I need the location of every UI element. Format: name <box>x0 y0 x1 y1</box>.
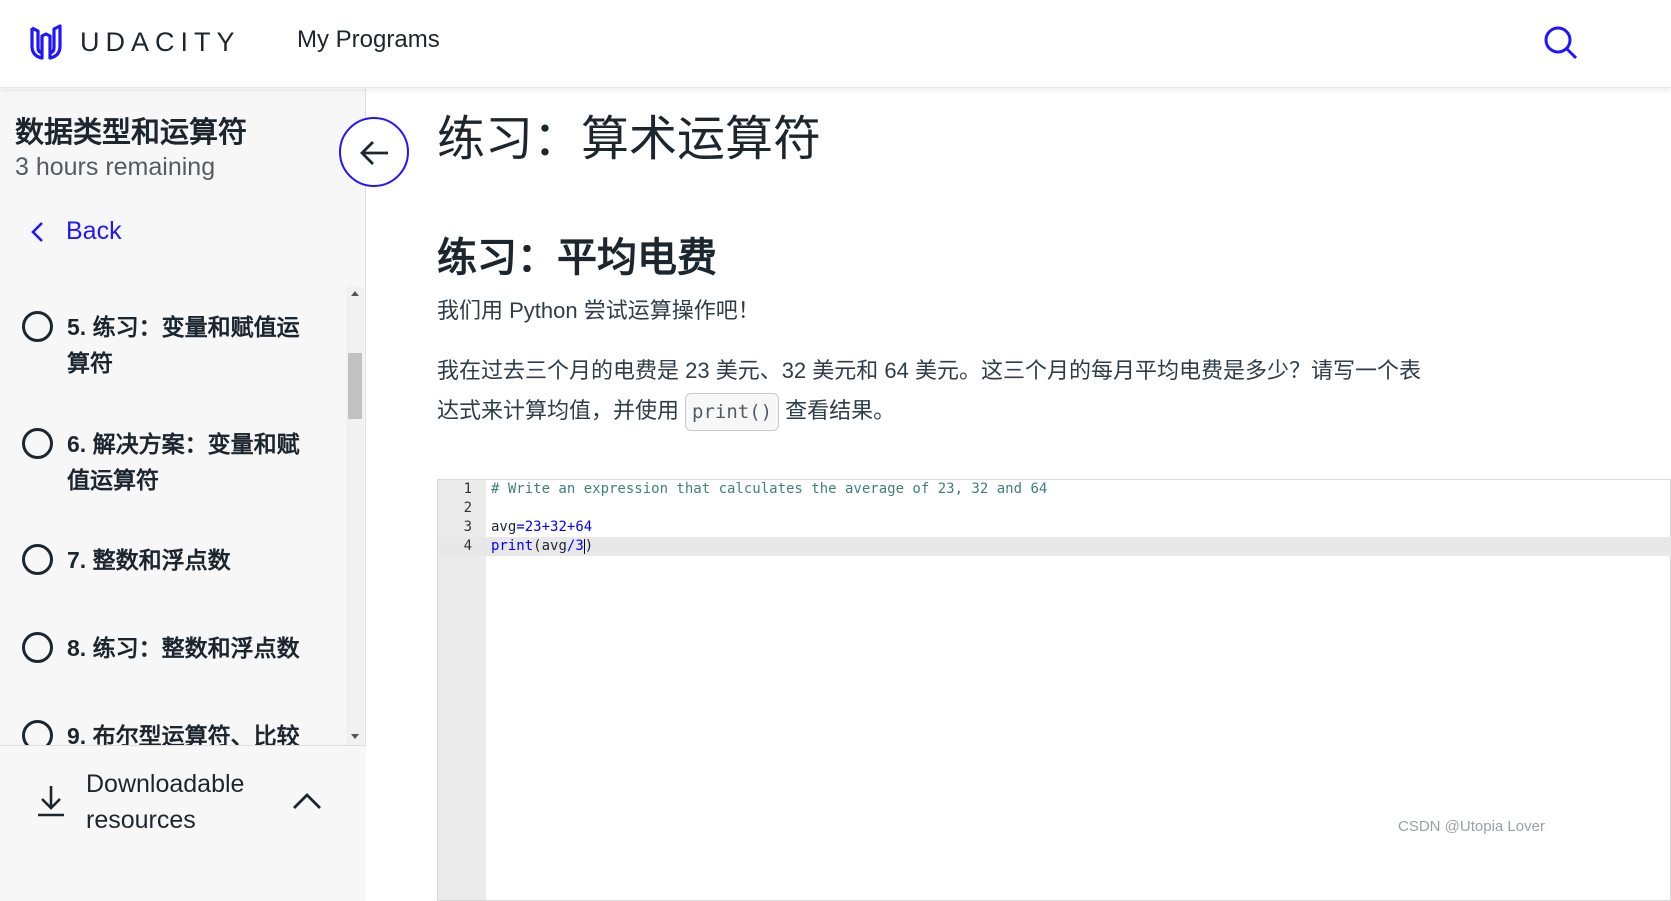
code-line-active[interactable]: 4 print(avg/3) <box>438 537 1671 556</box>
instruction-paragraph: 我们用 Python 尝试运算操作吧！ <box>437 298 760 323</box>
lesson-label: 5. 练习：变量和赋值运算符 <box>67 314 300 376</box>
sidebar-scrollbar[interactable] <box>346 287 364 745</box>
incomplete-circle-icon <box>22 632 53 663</box>
code-line[interactable]: 1 # Write an expression that calculates … <box>438 480 1671 499</box>
incomplete-circle-icon <box>22 311 53 342</box>
lesson-content: 练习：算术运算符 练习：平均电费 我们用 Python 尝试运算操作吧！ 我在过… <box>367 89 1671 901</box>
back-link[interactable]: Back <box>30 217 122 246</box>
resources-label: Downloadable resources <box>86 770 245 834</box>
lesson-list: 5. 练习：变量和赋值运算符 6. 解决方案：变量和赋值运算符 7. 整数和浮点… <box>0 287 346 745</box>
scroll-down-arrow-icon[interactable] <box>351 734 359 739</box>
text-cursor <box>583 538 585 554</box>
course-title: 数据类型和运算符 <box>15 117 248 149</box>
chevron-left-icon <box>31 221 43 242</box>
search-icon <box>1544 26 1578 60</box>
lesson-label: 7. 整数和浮点数 <box>67 547 231 573</box>
search-button[interactable] <box>1540 22 1580 62</box>
watermark: CSDN @Utopia Lover <box>1398 818 1545 835</box>
arrow-left-icon <box>360 141 388 165</box>
scroll-up-arrow-icon[interactable] <box>351 291 359 296</box>
back-label: Back <box>66 217 122 245</box>
download-icon <box>38 786 64 817</box>
code-text: avg=23+32+64 <box>491 519 593 535</box>
incomplete-circle-icon <box>22 544 53 575</box>
code-line[interactable]: 2 <box>438 499 1671 518</box>
scrollbar-thumb[interactable] <box>348 353 362 419</box>
line-number: 3 <box>463 519 472 535</box>
downloadable-resources-toggle[interactable]: Downloadable resources <box>0 745 366 901</box>
udacity-logo-icon <box>30 24 62 60</box>
line-number: 1 <box>463 481 472 497</box>
udacity-logo[interactable]: UDACITY <box>26 22 241 62</box>
line-number: 4 <box>463 538 472 554</box>
lesson-label: 6. 解决方案：变量和赋值运算符 <box>67 431 300 493</box>
lesson-item[interactable]: 9. 布尔型运算符、比较 <box>22 718 312 745</box>
code-line[interactable]: 3 avg=23+32+64 <box>438 518 1671 537</box>
incomplete-circle-icon <box>22 720 53 745</box>
lesson-item[interactable]: 6. 解决方案：变量和赋值运算符 <box>22 426 312 498</box>
line-number: 2 <box>463 500 472 516</box>
lesson-item[interactable]: 5. 练习：变量和赋值运算符 <box>22 309 312 381</box>
top-navigation-bar: UDACITY My Programs <box>0 0 1671 88</box>
logo-wordmark: UDACITY <box>80 26 241 57</box>
task-text: 我在过去三个月的电费是 23 美元、32 美元和 64 美元。这三个月的每月平均… <box>437 358 1421 423</box>
my-programs-link[interactable]: My Programs <box>297 26 440 54</box>
lesson-label: 8. 练习：整数和浮点数 <box>67 635 300 661</box>
lesson-label: 9. 布尔型运算符、比较 <box>67 723 300 745</box>
incomplete-circle-icon <box>22 428 53 459</box>
code-text: print(avg/3) <box>491 538 594 554</box>
section-title: 练习：平均电费 <box>437 235 717 281</box>
code-text: # Write an expression that calculates th… <box>491 481 1048 497</box>
time-remaining: 3 hours remaining <box>15 153 216 181</box>
lesson-sidebar: 数据类型和运算符 3 hours remaining Back 5. 练习：变量… <box>0 89 366 901</box>
lesson-item[interactable]: 8. 练习：整数和浮点数 <box>22 630 312 666</box>
lesson-item[interactable]: 7. 整数和浮点数 <box>22 542 312 578</box>
collapse-sidebar-button[interactable] <box>339 117 409 187</box>
task-text-end: 查看结果。 <box>785 398 896 423</box>
page-title: 练习：算术运算符 <box>437 111 822 167</box>
code-editor[interactable]: 1 # Write an expression that calculates … <box>437 479 1671 901</box>
task-paragraph: 我在过去三个月的电费是 23 美元、32 美元和 64 美元。这三个月的每月平均… <box>437 351 1427 431</box>
chevron-up-icon <box>293 793 321 809</box>
inline-code: print() <box>685 393 780 431</box>
